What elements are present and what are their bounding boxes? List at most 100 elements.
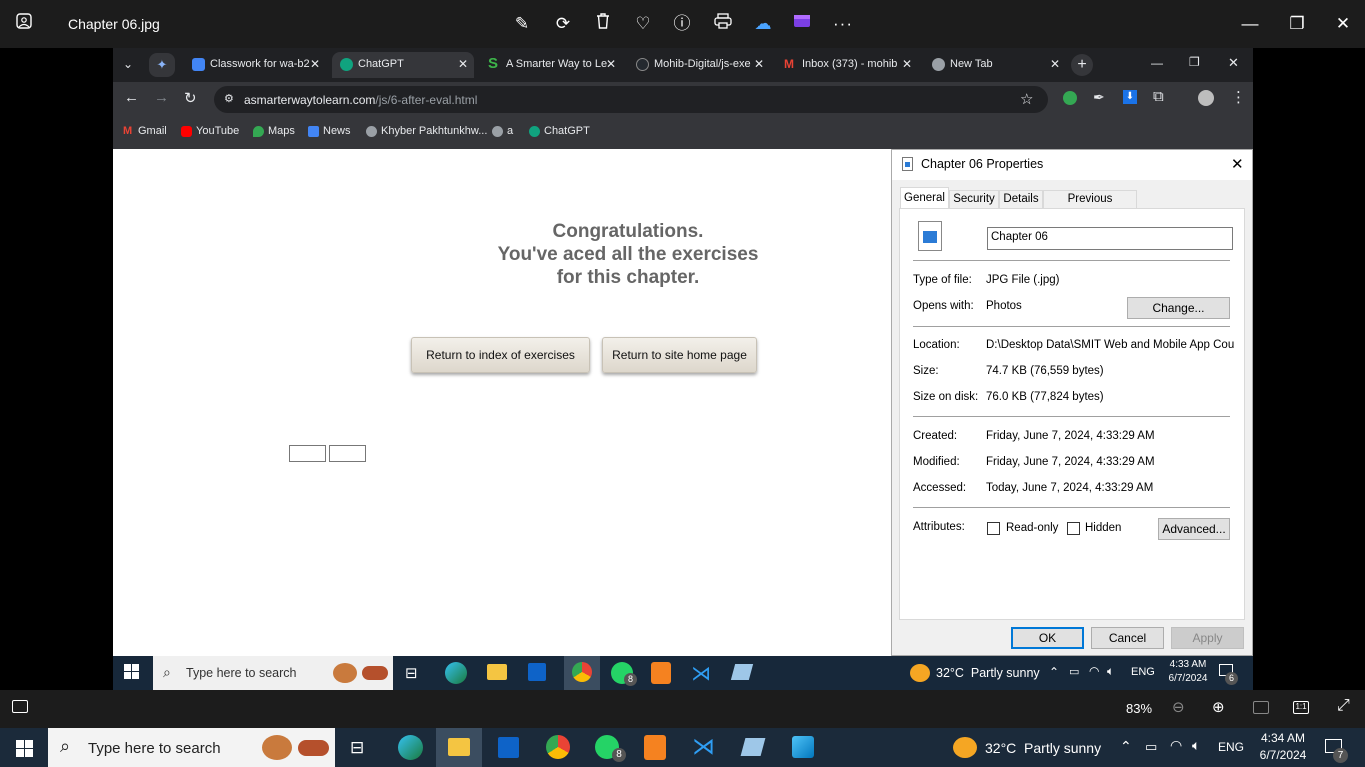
bookmark-maps[interactable]: Maps xyxy=(253,125,295,137)
tab-general[interactable]: General xyxy=(900,187,949,209)
browser-tab[interactable]: ChatGPT ✕ xyxy=(332,52,474,78)
taskbar-search-box[interactable]: ⌕ Type here to search xyxy=(48,728,335,767)
apply-button[interactable]: Apply xyxy=(1171,627,1244,649)
bookmark-label: a xyxy=(507,125,514,137)
zoom-in-icon[interactable]: ⊕ xyxy=(1212,698,1225,716)
browser-tab[interactable]: Mohib-Digital/js-exe ✕ xyxy=(628,52,770,78)
taskbar-lang[interactable]: ENG xyxy=(1218,740,1244,754)
chrome-icon[interactable] xyxy=(546,735,570,759)
fit-to-window-icon[interactable] xyxy=(1253,701,1269,714)
browser-tab[interactable]: New Tab ✕ xyxy=(924,52,1066,78)
browser-tab[interactable]: M Inbox (373) - mohib ✕ xyxy=(776,52,918,78)
start-button[interactable] xyxy=(16,740,33,762)
tab-security[interactable]: Security xyxy=(949,190,999,209)
fullscreen-icon[interactable]: ⤢ xyxy=(1337,697,1350,715)
tab-search-chevron-icon[interactable]: ⌄ xyxy=(123,57,133,71)
tab-close-icon[interactable]: ✕ xyxy=(902,57,912,71)
store-icon[interactable] xyxy=(498,737,519,758)
bookmark-chatgpt[interactable]: ChatGPT xyxy=(529,125,590,137)
empty-input-box[interactable] xyxy=(289,445,326,462)
tab-label: A Smarter Way to Le xyxy=(506,58,608,70)
task-view-icon[interactable]: ⊟ xyxy=(350,738,364,758)
bookmark-youtube[interactable]: YouTube xyxy=(181,125,239,137)
tab-close-icon[interactable]: ✕ xyxy=(606,57,616,71)
tab-close-icon[interactable]: ✕ xyxy=(1050,57,1060,71)
vscode-icon[interactable]: ⋊ xyxy=(692,733,715,760)
ok-button[interactable]: OK xyxy=(1011,627,1084,649)
bookmark-news[interactable]: News xyxy=(308,125,351,137)
readonly-checkbox[interactable] xyxy=(987,522,1000,535)
photos-title-bar: Chapter 06.jpg ✎ ⟳ ♡ ⓘ ☁ ··· — ❐ ✕ xyxy=(0,0,1365,48)
filename-input[interactable]: Chapter 06 xyxy=(987,227,1233,250)
congrats-line: Congratulations. xyxy=(552,221,704,242)
bookmark-star-icon[interactable]: ☆ xyxy=(1020,90,1033,108)
bookmark-khyber[interactable]: Khyber Pakhtunkhw... xyxy=(366,125,487,137)
zoom-out-icon[interactable]: ⊖ xyxy=(1172,698,1185,716)
tab-details[interactable]: Details xyxy=(999,190,1043,209)
browser-tab[interactable]: Classwork for wa-b2 ✕ xyxy=(184,52,326,78)
profile-avatar[interactable] xyxy=(1198,90,1214,106)
return-to-index-button[interactable]: Return to index of exercises xyxy=(411,337,590,373)
file-properties-dialog: Chapter 06 Properties ✕ General Security… xyxy=(891,149,1253,656)
pen-extension-icon[interactable]: ✒ xyxy=(1093,89,1105,106)
attributes-label: Attributes: xyxy=(913,521,965,533)
browser-minimize-icon[interactable]: — xyxy=(1151,56,1163,70)
bookmark-a[interactable]: a xyxy=(492,125,513,137)
cancel-button[interactable]: Cancel xyxy=(1091,627,1164,649)
site-info-icon[interactable]: ⚙ xyxy=(224,92,234,105)
back-arrow-icon[interactable]: ← xyxy=(124,89,139,106)
extensions-puzzle-icon[interactable]: ⧉ xyxy=(1153,88,1164,105)
edit-image-icon[interactable]: ✎ xyxy=(510,12,534,36)
browser-restore-icon[interactable]: ❐ xyxy=(1189,55,1200,69)
info-icon[interactable]: ⓘ xyxy=(670,12,694,36)
file-explorer-active-slot[interactable] xyxy=(436,728,482,767)
return-to-home-button[interactable]: Return to site home page xyxy=(602,337,757,373)
forward-arrow-icon[interactable]: → xyxy=(154,89,169,106)
taskbar-weather[interactable]: 32°C Partly sunny xyxy=(985,740,1101,756)
clock-time: 4:34 AM xyxy=(1260,731,1306,745)
edge-icon[interactable] xyxy=(398,735,423,760)
tab-close-icon[interactable]: ✕ xyxy=(754,57,764,71)
tray-chevron-icon[interactable]: ⌃ xyxy=(1120,738,1132,755)
photos-app-icon xyxy=(12,12,36,36)
download-icon[interactable]: ⬇ xyxy=(1123,90,1137,104)
wifi-icon[interactable]: ◠ xyxy=(1170,737,1182,754)
empty-input-box[interactable] xyxy=(329,445,366,462)
tab-close-icon[interactable]: ✕ xyxy=(310,57,320,71)
filmstrip-icon[interactable] xyxy=(12,700,28,713)
reload-icon[interactable]: ↻ xyxy=(184,89,197,107)
video-editor-icon[interactable] xyxy=(790,12,814,36)
hidden-checkbox[interactable] xyxy=(1067,522,1080,535)
taskbar-clock[interactable]: 4:34 AM 6/7/2024 xyxy=(1252,731,1314,762)
browser-menu-icon[interactable]: ⋮ xyxy=(1231,88,1246,106)
tab-close-icon[interactable]: ✕ xyxy=(458,57,468,71)
print-icon[interactable] xyxy=(711,12,735,36)
address-bar[interactable]: ⚙ asmarterwaytolearn.com/js/6-after-eval… xyxy=(214,86,1048,113)
favorite-heart-icon[interactable]: ♡ xyxy=(631,12,655,36)
weather-sun-icon[interactable] xyxy=(953,737,977,758)
browser-tab[interactable]: S A Smarter Way to Le ✕ xyxy=(480,52,622,78)
gemini-spark-icon[interactable]: ✦ xyxy=(149,53,175,77)
delete-icon[interactable] xyxy=(591,12,615,36)
browser-close-icon[interactable]: ✕ xyxy=(1228,55,1239,71)
advanced-button[interactable]: Advanced... xyxy=(1158,518,1230,540)
volume-icon[interactable]: 🔈︎ xyxy=(1192,737,1200,754)
photos-taskbar-icon[interactable] xyxy=(792,736,814,758)
extension-icon[interactable] xyxy=(1063,91,1077,105)
pdf-app-icon[interactable] xyxy=(644,735,666,760)
divider xyxy=(913,416,1230,417)
more-options-icon[interactable]: ··· xyxy=(831,12,855,36)
change-button[interactable]: Change... xyxy=(1127,297,1230,319)
battery-icon[interactable]: ▭ xyxy=(1145,739,1157,755)
tab-previous-versions[interactable]: Previous Versions xyxy=(1043,190,1137,222)
new-tab-plus-icon[interactable]: + xyxy=(1071,54,1093,76)
minimize-icon[interactable]: — xyxy=(1238,12,1262,36)
dialog-close-icon[interactable]: ✕ xyxy=(1231,155,1244,173)
bookmark-gmail[interactable]: M Gmail xyxy=(123,125,167,137)
notepad-icon[interactable] xyxy=(740,738,766,756)
actual-size-icon[interactable]: 1:1 xyxy=(1293,701,1309,714)
rotate-icon[interactable]: ⟳ xyxy=(551,12,575,36)
restore-icon[interactable]: ❐ xyxy=(1285,12,1309,36)
onedrive-cloud-icon[interactable]: ☁ xyxy=(751,12,775,36)
close-icon[interactable]: ✕ xyxy=(1331,12,1355,36)
